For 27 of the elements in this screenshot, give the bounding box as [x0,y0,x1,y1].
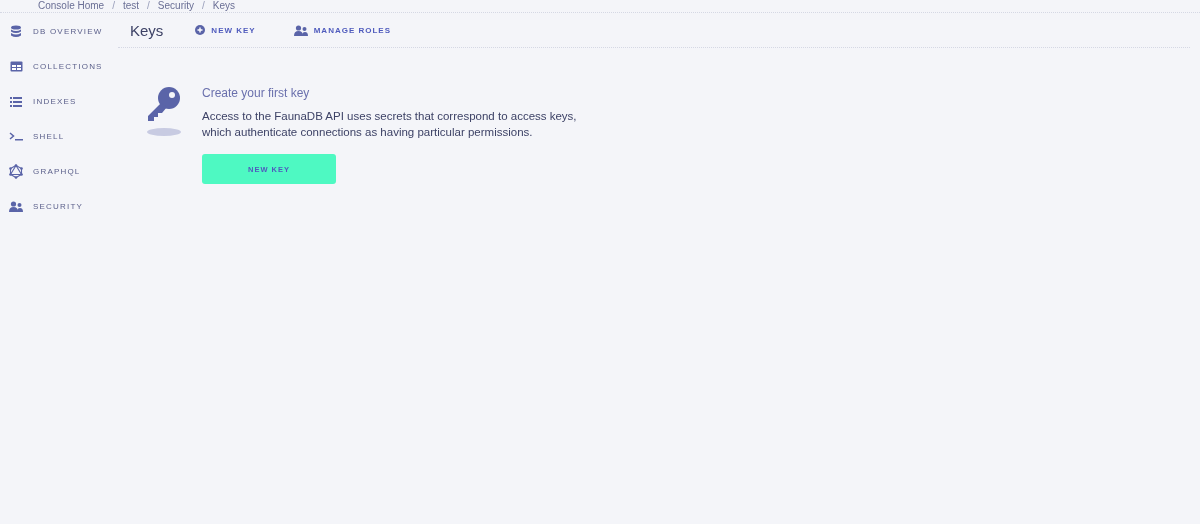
graphql-icon [9,164,23,179]
sidebar-item[interactable]: SECURITY [0,189,118,224]
sidebar-item[interactable]: INDEXES [0,84,118,119]
plus-icon [195,25,206,35]
toolbar-link[interactable]: MANAGE ROLES [287,23,398,37]
key-drawing [146,86,182,138]
database-icon [10,25,22,38]
empty-state-heading: Create your first key [202,86,310,100]
users-icon [9,201,23,212]
sidebar-item[interactable]: SHELL [0,119,118,154]
sidebar-item[interactable]: DB OVERVIEW [0,14,118,49]
page-title: Keys [130,21,164,39]
table-icon [9,61,23,72]
breadcrumb-link[interactable]: Keys [212,0,235,12]
breadcrumb-link[interactable]: Security [157,0,194,12]
terminal-icon [9,132,23,141]
sidebar-item[interactable]: GRAPHQL [0,154,118,189]
breadcrumb-link[interactable]: test [122,0,140,12]
list-icon [10,96,22,107]
empty-state-description: Access to the FaunaDB API uses secrets that correspond to access keys, which authenticate connections as having particular permissions. [202,109,578,140]
users-icon [293,24,308,36]
sidebar-item[interactable]: COLLECTIONS [0,49,118,84]
breadcrumb-separator: / [201,0,205,12]
breadcrumb-separator: / [147,0,150,12]
breadcrumb-separator: / [112,0,115,12]
breadcrumb-link[interactable]: Console Home [38,0,105,12]
toolbar-link[interactable]: NEW KEY [189,24,262,36]
